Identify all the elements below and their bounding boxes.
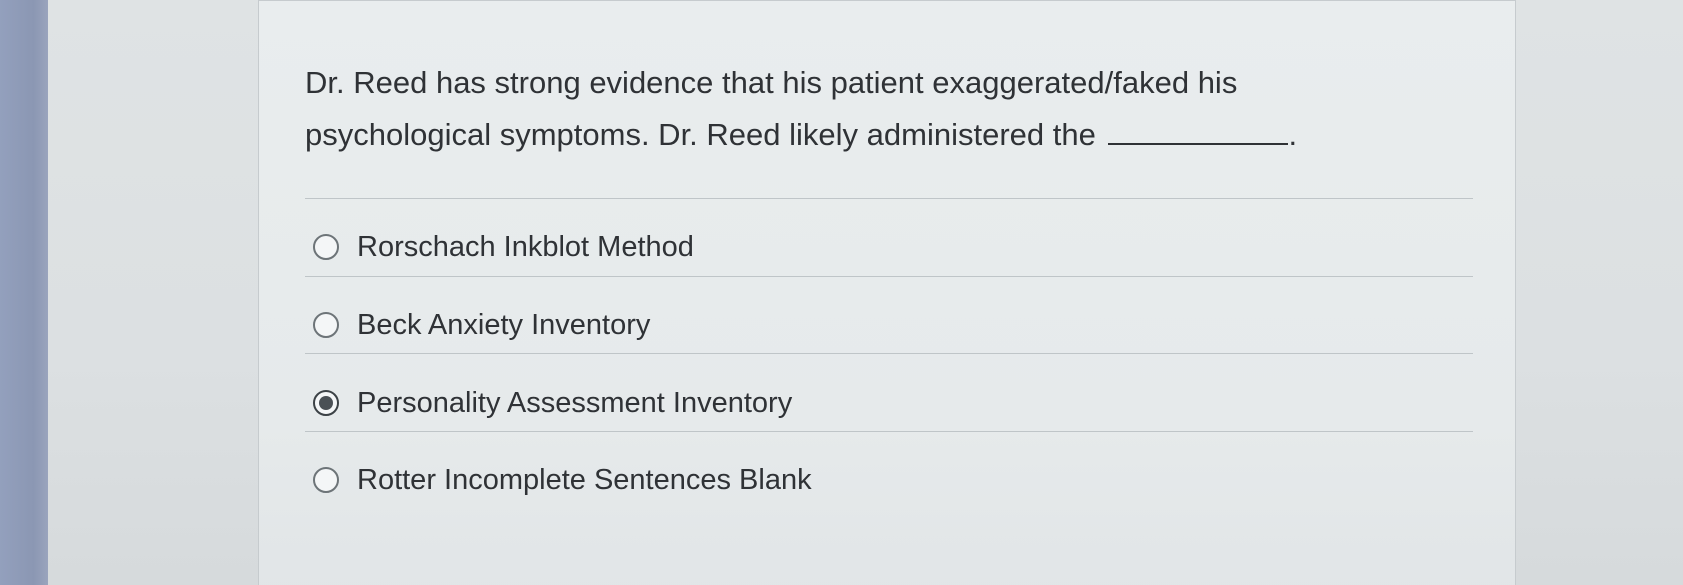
option-beck-anxiety-inventory[interactable]: Beck Anxiety Inventory xyxy=(313,305,650,345)
question-line-1: Dr. Reed has strong evidence that his pa… xyxy=(305,65,1238,100)
divider xyxy=(305,431,1473,432)
option-label: Beck Anxiety Inventory xyxy=(357,308,651,341)
option-label: Rotter Incomplete Sentences Blank xyxy=(357,463,812,496)
option-personality-assessment-inventory[interactable]: Personality Assessment Inventory xyxy=(313,383,792,423)
question-line-2: psychological symptoms. Dr. Reed likely … xyxy=(305,117,1096,152)
divider xyxy=(305,276,1473,277)
question-card: Dr. Reed has strong evidence that his pa… xyxy=(258,0,1516,585)
divider xyxy=(305,353,1473,354)
option-rorschach-inkblot-method[interactable]: Rorschach Inkblot Method xyxy=(313,227,694,267)
answer-blank xyxy=(1108,115,1289,145)
option-rotter-incomplete-sentences-blank[interactable]: Rotter Incomplete Sentences Blank xyxy=(313,460,812,500)
option-label: Personality Assessment Inventory xyxy=(357,386,793,419)
radio-selected-dot xyxy=(319,396,333,410)
divider xyxy=(305,198,1473,199)
radio-button-selected[interactable] xyxy=(313,390,339,416)
question-period: . xyxy=(1288,117,1298,152)
left-sidebar-strip xyxy=(0,0,48,585)
option-label: Rorschach Inkblot Method xyxy=(357,230,694,263)
radio-button[interactable] xyxy=(313,467,339,493)
radio-button[interactable] xyxy=(313,312,339,338)
question-text: Dr. Reed has strong evidence that his pa… xyxy=(305,57,1405,161)
radio-button[interactable] xyxy=(313,234,339,260)
